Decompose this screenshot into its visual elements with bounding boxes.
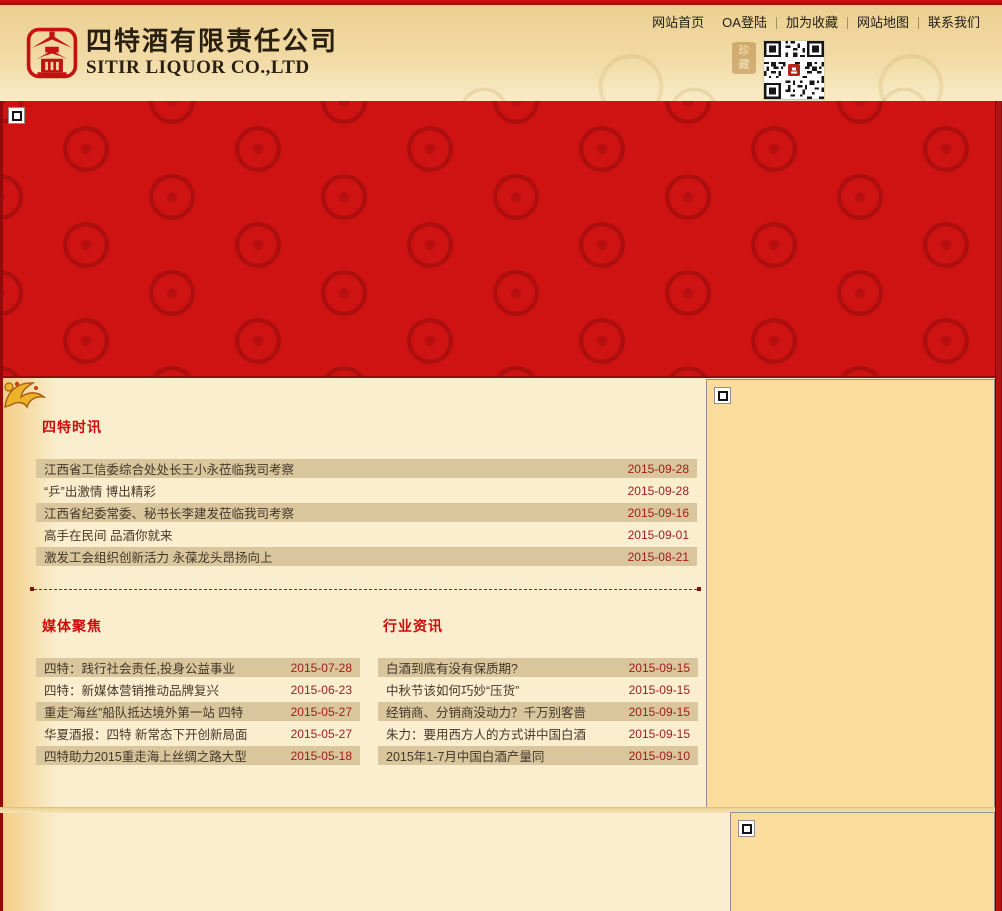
news-date: 2015-05-18 <box>290 748 352 763</box>
news-date: 2015-09-28 <box>627 483 689 498</box>
section-title-news: 四特时讯 <box>42 419 102 435</box>
news-row: 经销商、分销商没动力？千万别客啬 2015-09-15 <box>378 702 698 721</box>
site-header: 四特酒有限责任公司 SITIR LIQUOR CO.,LTD 网站首页 OA登陆… <box>0 5 1002 101</box>
news-link[interactable]: 重走“海丝”船队抵达境外第一站 四特 <box>44 702 243 721</box>
news-link[interactable]: 白酒到底有没有保质期? <box>386 658 518 677</box>
news-link[interactable]: “乒”出激情 博出精彩 <box>44 481 156 500</box>
nav-oa-login[interactable]: OA登陆 <box>713 14 776 32</box>
news-date: 2015-09-15 <box>628 704 690 719</box>
news-link[interactable]: 华夏酒报：四特 新常态下开创新局面 <box>44 724 247 743</box>
news-link[interactable]: 四特：新媒体营销推动品牌复兴 <box>44 680 219 699</box>
news-date: 2015-07-28 <box>290 660 352 675</box>
news-row: 四特：践行社会责任,投身公益事业 2015-07-28 <box>36 658 360 677</box>
news-link[interactable]: 四特：践行社会责任,投身公益事业 <box>44 658 235 677</box>
news-link[interactable]: 四特助力2015重走海上丝绸之路大型 <box>44 746 247 765</box>
section-title-industry: 行业资讯 <box>383 618 443 634</box>
news-link[interactable]: 朱力：要用西方人的方式讲中国白酒 <box>386 724 586 743</box>
news-row: 江西省工信委综合处处长王小永莅临我司考察 2015-09-28 <box>36 459 697 478</box>
news-date: 2015-08-21 <box>627 549 689 564</box>
main-banner <box>0 101 1002 378</box>
news-row: 高手在民间 品酒你就来 2015-09-01 <box>36 525 697 544</box>
page: 四特酒有限责任公司 SITIR LIQUOR CO.,LTD 网站首页 OA登陆… <box>0 0 1002 911</box>
news-date: 2015-09-10 <box>628 748 690 763</box>
left-gold-fade <box>3 378 58 911</box>
news-date: 2015-09-16 <box>627 505 689 520</box>
news-link[interactable]: 2015年1-7月中国白酒产量同 <box>386 746 544 765</box>
media-list: 四特：践行社会责任,投身公益事业 2015-07-28 四特：新媒体营销推动品牌… <box>36 658 360 768</box>
top-nav: 网站首页 OA登陆 加为收藏 网站地图 联系我们 <box>643 14 989 32</box>
news-date: 2015-09-01 <box>627 527 689 542</box>
broken-image-icon <box>714 387 731 404</box>
news-row: 激发工会组织创新活力 永葆龙头昂扬向上 2015-08-21 <box>36 547 697 566</box>
news-link[interactable]: 江西省纪委常委、秘书长李建发莅临我司考察 <box>44 503 294 522</box>
news-date: 2015-05-27 <box>290 726 352 741</box>
news-date: 2015-09-28 <box>627 461 689 476</box>
broken-image-icon <box>738 820 755 837</box>
news-row: 四特助力2015重走海上丝绸之路大型 2015-05-18 <box>36 746 360 765</box>
news-link[interactable]: 高手在民间 品酒你就来 <box>44 525 172 544</box>
corner-cloud-ornament-icon <box>2 379 48 419</box>
news-link[interactable]: 江西省工信委综合处处长王小永莅临我司考察 <box>44 459 294 478</box>
news-row: 江西省纪委常委、秘书长李建发莅临我司考察 2015-09-16 <box>36 503 697 522</box>
news-row: “乒”出激情 博出精彩 2015-09-28 <box>36 481 697 500</box>
collection-seal: 珍藏 <box>732 42 756 74</box>
nav-contact[interactable]: 联系我们 <box>919 14 989 32</box>
qr-code-image <box>763 40 825 100</box>
news-date: 2015-09-15 <box>628 726 690 741</box>
nav-add-favorite[interactable]: 加为收藏 <box>777 14 847 32</box>
news-list: 江西省工信委综合处处长王小永莅临我司考察 2015-09-28 “乒”出激情 博… <box>36 459 697 569</box>
brand-block: 四特酒有限责任公司 SITIR LIQUOR CO.,LTD <box>86 26 338 80</box>
company-logo-icon[interactable] <box>26 27 78 79</box>
news-date: 2015-09-15 <box>628 660 690 675</box>
news-link[interactable]: 激发工会组织创新活力 永葆龙头昂扬向上 <box>44 547 272 566</box>
news-row: 2015年1-7月中国白酒产量同 2015-09-10 <box>378 746 698 765</box>
news-row: 华夏酒报：四特 新常态下开创新局面 2015-05-27 <box>36 724 360 743</box>
brand-name-cn: 四特酒有限责任公司 <box>86 26 339 56</box>
news-date: 2015-06-23 <box>290 682 352 697</box>
news-row: 重走“海丝”船队抵达境外第一站 四特 2015-05-27 <box>36 702 360 721</box>
news-date: 2015-09-15 <box>628 682 690 697</box>
news-row: 四特：新媒体营销推动品牌复兴 2015-06-23 <box>36 680 360 699</box>
nav-sitemap[interactable]: 网站地图 <box>848 14 918 32</box>
news-row: 中秋节该如何巧妙“压货” 2015-09-15 <box>378 680 698 699</box>
broken-image-icon <box>8 107 25 124</box>
news-row: 白酒到底有没有保质期? 2015-09-15 <box>378 658 698 677</box>
right-edge-strip <box>995 101 1002 911</box>
news-link[interactable]: 经销商、分销商没动力？千万别客啬 <box>386 702 586 721</box>
sidebar-image-panel <box>706 379 995 809</box>
bottom-image-panel <box>730 812 995 911</box>
brand-name-en: SITIR LIQUOR CO.,LTD <box>86 57 310 78</box>
news-row: 朱力：要用西方人的方式讲中国白酒 2015-09-15 <box>378 724 698 743</box>
news-date: 2015-05-27 <box>290 704 352 719</box>
news-link[interactable]: 中秋节该如何巧妙“压货” <box>386 680 519 699</box>
nav-home[interactable]: 网站首页 <box>643 14 713 32</box>
industry-list: 白酒到底有没有保质期? 2015-09-15 中秋节该如何巧妙“压货” 2015… <box>378 658 698 768</box>
dashed-divider <box>30 587 701 591</box>
section-title-media: 媒体聚焦 <box>42 618 102 634</box>
